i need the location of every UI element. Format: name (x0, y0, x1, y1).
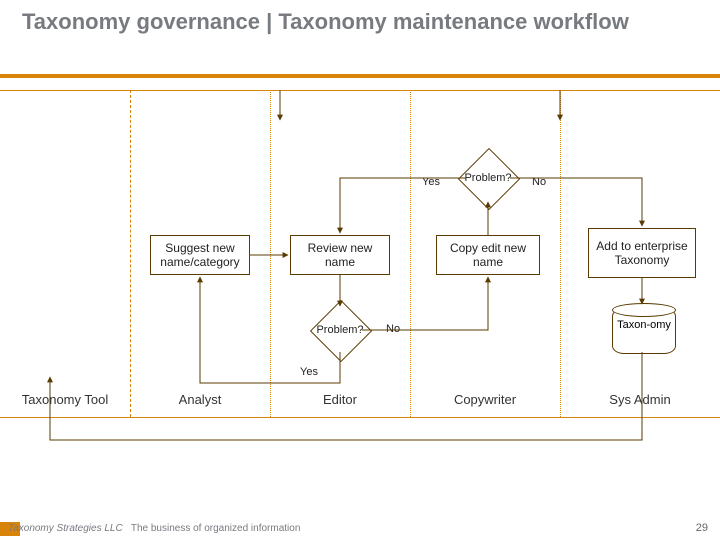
page-title: Taxonomy governance | Taxonomy maintenan… (22, 8, 629, 36)
decision-copywriter: Problem? (458, 148, 518, 208)
title-underline (0, 74, 720, 78)
role-copywriter: Copywriter (410, 392, 560, 407)
role-analyst: Analyst (130, 392, 270, 407)
role-tool: Taxonomy Tool (0, 392, 130, 407)
lane-divider (130, 90, 131, 417)
box-review: Review new name (290, 235, 390, 275)
lane-divider (270, 90, 271, 417)
db-taxonomy: Taxon-omy (612, 308, 676, 354)
label-no-bottom: No (386, 323, 400, 335)
box-add-enterprise: Add to enterprise Taxonomy (588, 228, 696, 278)
decision-editor: Problem? (310, 300, 370, 360)
role-editor: Editor (270, 392, 410, 407)
box-copyedit: Copy edit new name (436, 235, 540, 275)
top-rule (0, 90, 720, 91)
bottom-rule (0, 417, 720, 418)
footer-text: Taxonomy Strategies LLC The business of … (8, 523, 300, 534)
box-suggest: Suggest new name/category (150, 235, 250, 275)
page-number: 29 (696, 522, 708, 534)
label-yes-bottom: Yes (300, 366, 318, 378)
label-no-top: No (532, 176, 546, 188)
label-yes-top: Yes (422, 176, 440, 188)
lane-divider (410, 90, 411, 417)
lane-divider (560, 90, 561, 417)
role-sysadmin: Sys Admin (560, 392, 720, 407)
